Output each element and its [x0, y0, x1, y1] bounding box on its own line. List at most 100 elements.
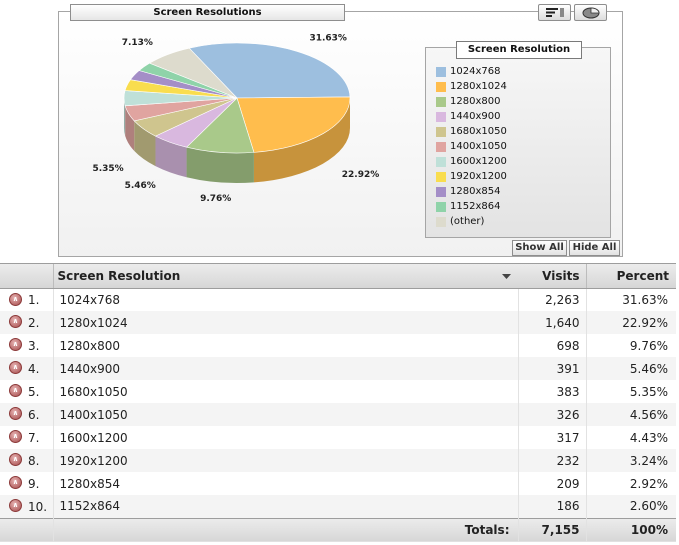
pie-slice-label: 9.76%	[200, 194, 231, 204]
table-row[interactable]: ∧ 9. 1280x854 209 2.92%	[0, 472, 676, 495]
legend-item[interactable]: 1400x1050	[436, 139, 507, 154]
visits-cell: 186	[518, 495, 587, 518]
legend-item[interactable]: 1280x800	[436, 94, 507, 109]
percent-cell: 22.92%	[586, 311, 676, 334]
legend-label: 1280x800	[450, 96, 501, 107]
expand-row-icon[interactable]: ∧	[9, 338, 22, 352]
legend-swatch	[436, 171, 446, 182]
totals-spacer	[0, 517, 54, 542]
rank-number: 5.	[28, 384, 40, 399]
table-row[interactable]: ∧ 3. 1280x800 698 9.76%	[0, 334, 676, 357]
resolution-cell[interactable]: 1440x900	[52, 357, 519, 380]
legend-label: (other)	[450, 216, 485, 227]
table-row[interactable]: ∧ 1. 1024x768 2,263 31.63%	[0, 288, 676, 311]
table-row[interactable]: ∧ 7. 1600x1200 317 4.43%	[0, 426, 676, 449]
resolution-column-header[interactable]: Screen Resolution	[52, 264, 494, 289]
percent-cell: 4.43%	[586, 426, 676, 449]
legend-item[interactable]: 1680x1050	[436, 124, 507, 139]
pie-chart-icon	[582, 7, 599, 18]
legend-swatch	[436, 186, 446, 197]
legend-item[interactable]: 1152x864	[436, 199, 507, 214]
hide-all-button[interactable]: Hide All	[569, 240, 620, 256]
rank-cell: ∧ 9.	[0, 472, 54, 495]
rank-number: 9.	[28, 476, 40, 491]
sort-desc-icon[interactable]	[494, 264, 518, 289]
visits-cell: 2,263	[518, 288, 587, 311]
rank-number: 2.	[28, 315, 40, 330]
rank-number: 7.	[28, 430, 40, 445]
legend-swatch	[436, 126, 446, 137]
totals-row: Totals: 7,155 100%	[0, 517, 676, 542]
legend-swatch	[436, 156, 446, 167]
expand-row-icon[interactable]: ∧	[9, 292, 22, 306]
totals-label: Totals:	[53, 517, 519, 542]
legend-item[interactable]: (other)	[436, 214, 507, 229]
resolution-cell[interactable]: 1920x1200	[52, 449, 519, 472]
data-table: Screen Resolution Visits Percent ∧ 1. 1024…	[0, 264, 676, 542]
percent-cell: 5.35%	[586, 380, 676, 403]
rank-number: 4.	[28, 361, 40, 376]
expand-row-icon[interactable]: ∧	[9, 499, 22, 512]
resolution-cell[interactable]: 1400x1050	[52, 403, 519, 426]
rank-number: 3.	[28, 338, 40, 353]
table-row[interactable]: ∧ 8. 1920x1200 232 3.24%	[0, 449, 676, 472]
legend-swatch	[436, 66, 446, 77]
table-row[interactable]: ∧ 2. 1280x1024 1,640 22.92%	[0, 311, 676, 334]
pie-slice-label: 5.46%	[125, 181, 156, 191]
rank-number: 10.	[28, 499, 48, 514]
visits-column-header[interactable]: Visits	[518, 264, 586, 289]
legend-title: Screen Resolution	[456, 41, 582, 59]
table-row[interactable]: ∧ 6. 1400x1050 326 4.56%	[0, 403, 676, 426]
expand-row-icon[interactable]: ∧	[9, 453, 22, 467]
expand-row-icon[interactable]: ∧	[9, 407, 22, 421]
legend-label: 1440x900	[450, 111, 501, 122]
visits-cell: 326	[518, 403, 587, 426]
resolution-cell[interactable]: 1280x854	[52, 472, 519, 495]
show-all-button[interactable]: Show All	[512, 240, 567, 256]
rank-number: 8.	[28, 453, 40, 468]
rank-cell: ∧ 8.	[0, 449, 54, 472]
table-header-row: Screen Resolution Visits Percent	[0, 264, 676, 289]
table-row[interactable]: ∧ 5. 1680x1050 383 5.35%	[0, 380, 676, 403]
table-view-button[interactable]	[538, 4, 571, 21]
legend-label: 1280x1024	[450, 81, 507, 92]
legend-label: 1024x768	[450, 66, 501, 77]
totals-visits: 7,155	[518, 517, 587, 542]
legend-label: 1680x1050	[450, 126, 507, 137]
legend-label: 1400x1050	[450, 141, 507, 152]
resolution-cell[interactable]: 1152x864	[52, 495, 519, 518]
table-row[interactable]: ∧ 4. 1440x900 391 5.46%	[0, 357, 676, 380]
expand-row-icon[interactable]: ∧	[9, 430, 22, 444]
percent-cell: 31.63%	[586, 288, 676, 311]
legend-item[interactable]: 1024x768	[436, 64, 507, 79]
table-row[interactable]: ∧ 10. 1152x864 186 2.60%	[0, 495, 676, 518]
expand-row-icon[interactable]: ∧	[9, 384, 22, 398]
rank-cell: ∧ 7.	[0, 426, 54, 449]
pie-slice-label: 5.35%	[92, 164, 123, 174]
legend-list: 1024x768 1280x1024 1280x800 1440x900 1680x10…	[436, 64, 507, 229]
legend-item[interactable]: 1920x1200	[436, 169, 507, 184]
resolution-cell[interactable]: 1680x1050	[52, 380, 519, 403]
resolution-cell[interactable]: 1280x800	[52, 334, 519, 357]
legend-item[interactable]: 1280x854	[436, 184, 507, 199]
expand-row-icon[interactable]: ∧	[9, 476, 22, 490]
expand-row-icon[interactable]: ∧	[9, 315, 22, 329]
pie-slice-label: 22.92%	[342, 170, 380, 180]
legend-swatch	[436, 201, 446, 212]
percent-column-header[interactable]: Percent	[585, 264, 676, 289]
legend-swatch	[436, 216, 446, 227]
pie-view-button[interactable]	[574, 4, 607, 21]
legend-item[interactable]: 1600x1200	[436, 154, 507, 169]
legend-item[interactable]: 1440x900	[436, 109, 507, 124]
visits-cell: 391	[518, 357, 587, 380]
pie-chart: 31.63% 22.92% 9.76% 5.46%5.35% 7.13%	[92, 34, 380, 204]
legend-swatch	[436, 81, 446, 92]
rank-cell: ∧ 3.	[0, 334, 54, 357]
expand-row-icon[interactable]: ∧	[9, 361, 22, 375]
resolution-cell[interactable]: 1280x1024	[52, 311, 519, 334]
resolution-cell[interactable]: 1600x1200	[52, 426, 519, 449]
visits-cell: 698	[518, 334, 587, 357]
legend-item[interactable]: 1280x1024	[436, 79, 507, 94]
rank-header	[0, 264, 54, 289]
resolution-cell[interactable]: 1024x768	[52, 288, 519, 311]
